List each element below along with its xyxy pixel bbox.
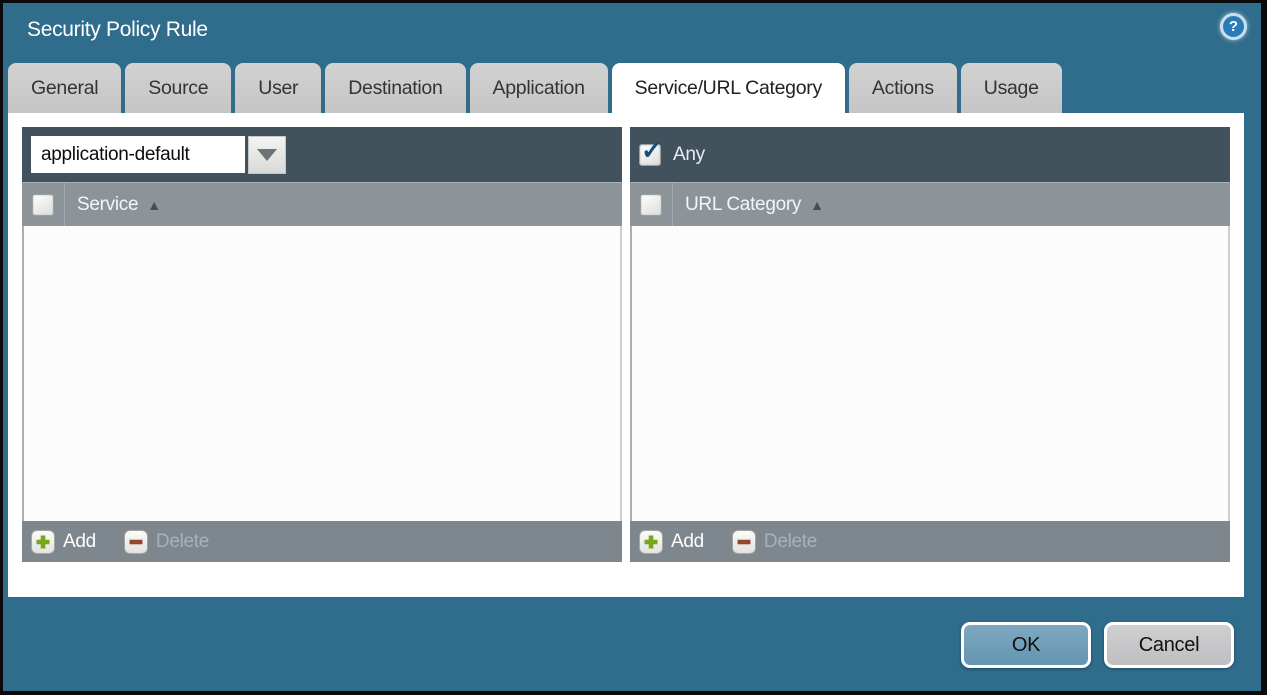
- service-select-all-checkbox[interactable]: [32, 194, 54, 216]
- chevron-down-icon: [257, 149, 277, 161]
- service-panel: application-default Service ▲: [22, 127, 622, 562]
- service-list-empty: [22, 226, 622, 521]
- url-category-list-empty: [630, 226, 1230, 521]
- service-panel-header: application-default: [22, 127, 622, 182]
- any-checkbox-label: Any: [673, 144, 705, 166]
- plus-icon: [31, 530, 55, 554]
- service-type-dropdown: application-default: [31, 136, 286, 174]
- service-delete-button[interactable]: Delete: [124, 530, 209, 554]
- service-add-button[interactable]: Add: [31, 530, 96, 554]
- tab-destination[interactable]: Destination: [325, 63, 465, 113]
- checkmark-icon: ✓: [641, 137, 663, 163]
- url-category-panel: ✓ Any URL Category ▲: [630, 127, 1230, 562]
- any-checkbox[interactable]: ✓: [639, 144, 661, 166]
- dialog-action-buttons: OK Cancel: [961, 622, 1234, 668]
- url-category-add-label: Add: [671, 531, 704, 553]
- sort-ascending-icon: ▲: [810, 197, 824, 213]
- dialog-title: Security Policy Rule: [27, 18, 208, 42]
- tab-actions[interactable]: Actions: [849, 63, 957, 113]
- tab-general[interactable]: General: [8, 63, 121, 113]
- minus-icon: [124, 530, 148, 554]
- url-category-panel-toolbar: Add Delete: [630, 521, 1230, 562]
- service-delete-label: Delete: [156, 531, 209, 553]
- service-type-dropdown-button[interactable]: [248, 136, 286, 174]
- tab-usage[interactable]: Usage: [961, 63, 1062, 113]
- url-category-column-header[interactable]: URL Category ▲: [630, 182, 1230, 226]
- tab-service-url-category[interactable]: Service/URL Category: [612, 63, 845, 113]
- url-category-delete-button[interactable]: Delete: [732, 530, 817, 554]
- service-type-dropdown-value[interactable]: application-default: [31, 136, 245, 173]
- tab-application[interactable]: Application: [470, 63, 608, 113]
- cancel-button[interactable]: Cancel: [1104, 622, 1234, 668]
- service-column-title: Service: [77, 194, 138, 216]
- service-select-all-cell: [22, 183, 65, 226]
- tab-bar: General Source User Destination Applicat…: [8, 63, 1244, 113]
- url-category-column-title: URL Category: [685, 194, 801, 216]
- sort-ascending-icon: ▲: [147, 197, 161, 213]
- minus-icon: [732, 530, 756, 554]
- service-column-header[interactable]: Service ▲: [22, 182, 622, 226]
- url-category-panel-header: ✓ Any: [630, 127, 1230, 182]
- url-category-delete-label: Delete: [764, 531, 817, 553]
- tab-user[interactable]: User: [235, 63, 321, 113]
- screenshot-frame: Security Policy Rule ? General Source Us…: [0, 0, 1267, 695]
- service-panel-toolbar: Add Delete: [22, 521, 622, 562]
- help-icon[interactable]: ?: [1220, 13, 1247, 40]
- ok-button[interactable]: OK: [961, 622, 1091, 668]
- url-category-add-button[interactable]: Add: [639, 530, 704, 554]
- service-add-label: Add: [63, 531, 96, 553]
- tab-source[interactable]: Source: [125, 63, 231, 113]
- url-category-select-all-cell: [630, 183, 673, 226]
- tab-content-service-url-category: application-default Service ▲: [8, 113, 1244, 597]
- url-category-select-all-checkbox[interactable]: [640, 194, 662, 216]
- security-policy-rule-dialog: Security Policy Rule ? General Source Us…: [3, 3, 1261, 691]
- plus-icon: [639, 530, 663, 554]
